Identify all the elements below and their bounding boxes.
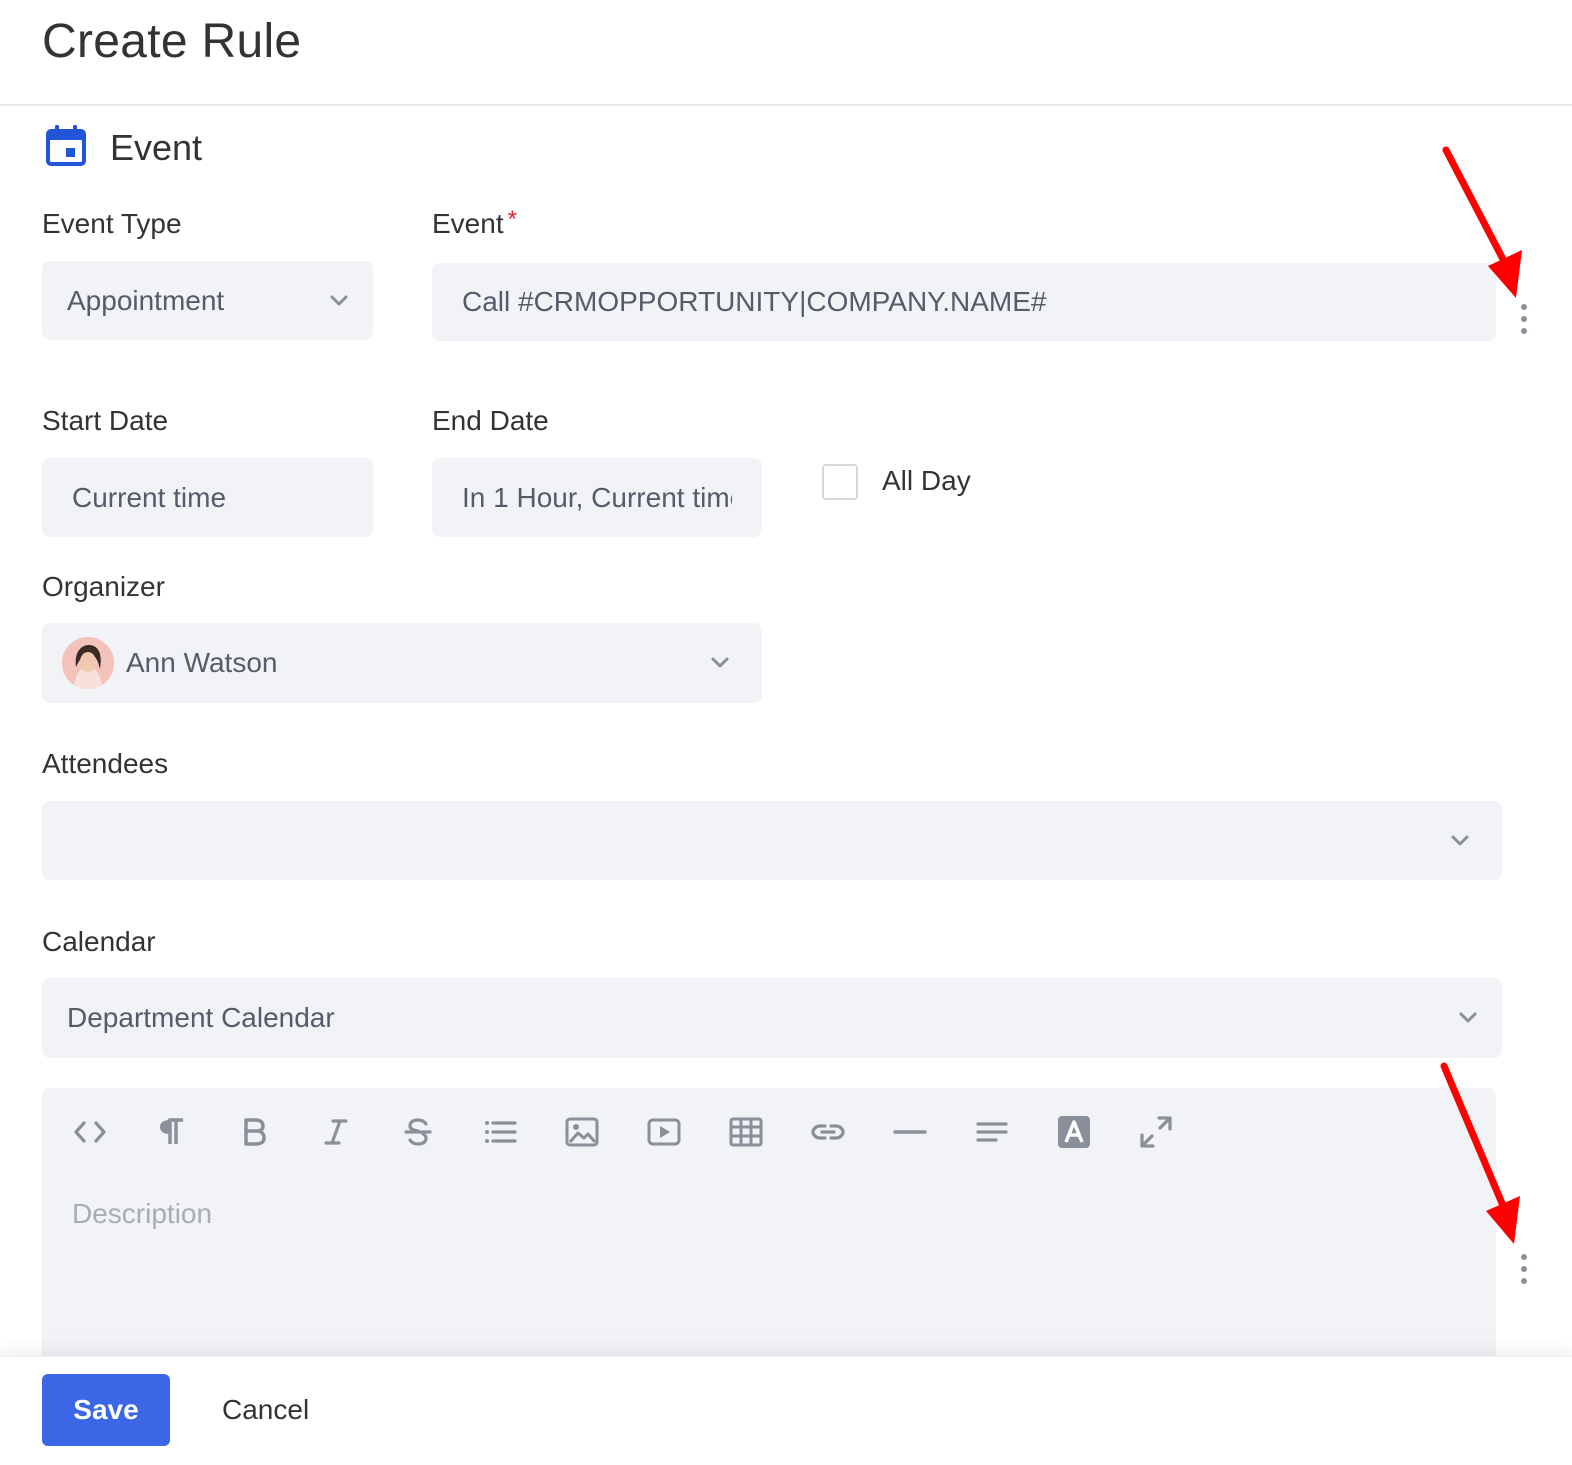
link-icon[interactable] [802,1112,884,1152]
expand-icon[interactable] [1130,1112,1212,1152]
start-date-value: Current time [72,481,227,513]
organizer-select[interactable]: Ann Watson [42,623,762,703]
chevron-down-icon [711,657,729,669]
annotation-arrow [1440,1062,1520,1244]
cancel-button[interactable]: Cancel [222,1374,309,1446]
strikethrough-icon[interactable] [392,1112,474,1152]
description-editor[interactable]: Description [42,1088,1496,1378]
video-icon[interactable] [638,1112,720,1152]
all-day-checkbox[interactable] [822,464,858,500]
align-icon[interactable] [966,1112,1048,1152]
event-type-label: Event Type [42,208,182,239]
event-type-value: Appointment [67,284,225,316]
code-icon[interactable] [64,1112,146,1152]
page-title: Create Rule [42,15,302,68]
text-color-icon[interactable] [1048,1112,1130,1152]
start-date-label: Start Date [42,405,169,436]
horizontal-rule-icon[interactable] [884,1112,966,1152]
image-icon[interactable] [556,1112,638,1152]
organizer-label: Organizer [42,571,165,602]
event-label: Event * [432,206,517,239]
required-mark: * [507,206,517,233]
start-date-input[interactable]: Current time [42,458,373,537]
event-name-value: Call #CRMOPPORTUNITY|COMPANY.NAME# [462,286,1047,317]
calendar-value: Department Calendar [67,1002,335,1033]
event-type-select[interactable]: Appointment [42,261,373,340]
page-header: Create Rule [0,0,1572,106]
end-date-value: In 1 Hour, Current time [462,481,732,513]
editor-toolbar [64,1112,1212,1152]
event-name-input[interactable]: Call #CRMOPPORTUNITY|COMPANY.NAME# [432,263,1496,341]
paragraph-icon[interactable] [146,1112,228,1152]
chevron-down-icon [1451,835,1469,847]
avatar [62,637,114,689]
calendar-label: Calendar [42,926,156,957]
organizer-value: Ann Watson [126,647,278,678]
bullet-list-icon[interactable] [474,1112,556,1152]
description-placeholder: Description [72,1198,213,1229]
annotation-arrow [1442,146,1522,298]
chevron-down-icon [1459,1012,1477,1024]
section-header: Event [46,124,202,171]
footer-bar: Save Cancel [0,1356,1572,1465]
save-button[interactable]: Save [42,1374,170,1446]
attendees-label: Attendees [42,748,169,779]
end-date-input[interactable]: In 1 Hour, Current time [432,458,762,537]
section-title: Event [110,126,203,168]
end-date-label: End Date [432,405,549,436]
table-icon[interactable] [720,1112,802,1152]
calendar-icon [46,124,86,171]
attendees-select[interactable] [42,801,1502,880]
italic-icon[interactable] [310,1112,392,1152]
chevron-down-icon [330,295,348,307]
all-day-label: All Day [882,465,971,496]
calendar-select[interactable]: Department Calendar [42,978,1502,1058]
bold-icon[interactable] [228,1112,310,1152]
more-options-icon[interactable] [1518,1254,1530,1284]
